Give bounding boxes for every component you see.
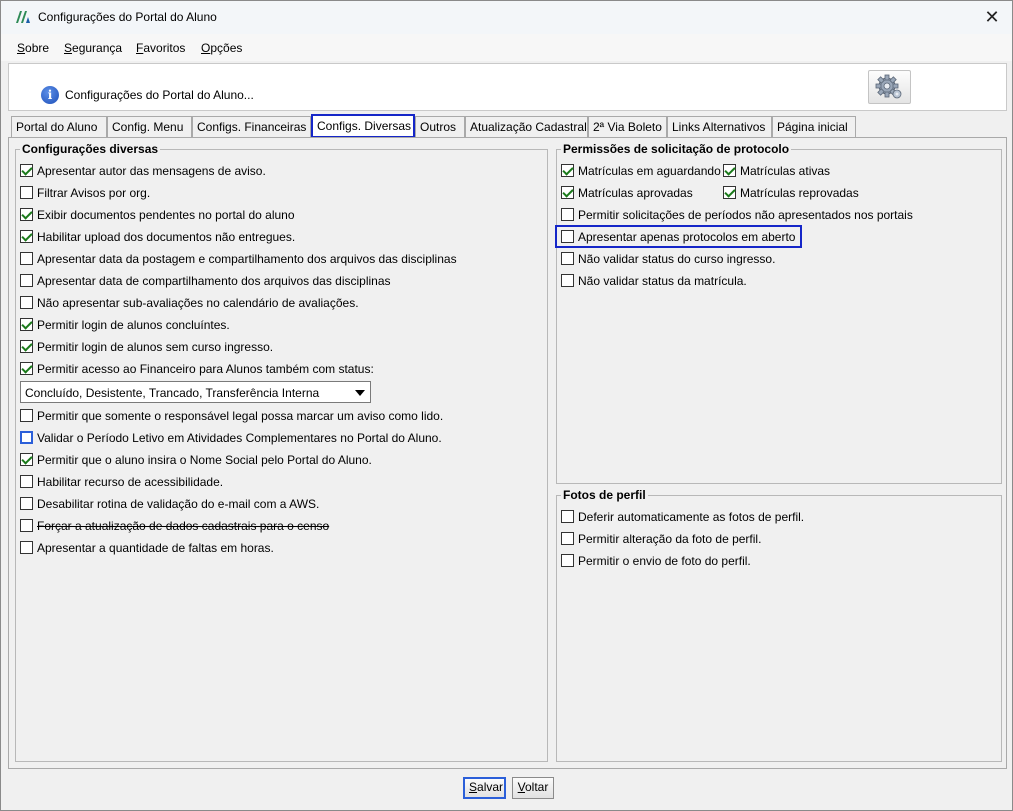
window-title: Configurações do Portal do Aluno	[38, 10, 217, 24]
menu-sobre[interactable]: Sobre	[17, 41, 49, 55]
settings-button[interactable]	[868, 70, 911, 104]
checkbox[interactable]	[20, 497, 33, 510]
tab-atualizacao-cadastral[interactable]: Atualização Cadastral	[465, 116, 588, 138]
checkbox[interactable]	[20, 541, 33, 554]
checkbox[interactable]	[561, 230, 574, 243]
tab-configs-financeiras[interactable]: Configs. Financeiras	[192, 116, 311, 138]
checkbox[interactable]	[561, 252, 574, 265]
tab-links-alternativos[interactable]: Links Alternativos	[667, 116, 772, 138]
gear-icon	[875, 74, 902, 99]
checkbox[interactable]	[20, 230, 33, 243]
checkbox[interactable]	[20, 274, 33, 287]
checkbox[interactable]	[20, 362, 33, 375]
checkbox[interactable]	[20, 318, 33, 331]
checkbox[interactable]	[20, 409, 33, 422]
title-bar: Configurações do Portal do Aluno ✕	[1, 1, 1012, 34]
group-title: Fotos de perfil	[561, 488, 648, 502]
checkbox[interactable]	[723, 164, 736, 177]
header-panel: i Configurações do Portal do Aluno...	[8, 63, 1007, 111]
checkbox[interactable]	[20, 340, 33, 353]
checkbox[interactable]	[561, 186, 574, 199]
save-button[interactable]: Salvar	[463, 777, 506, 799]
menu-seguranca[interactable]: Segurança	[64, 41, 122, 55]
checkbox[interactable]	[20, 475, 33, 488]
group-title: Permissões de solicitação de protocolo	[561, 142, 792, 156]
group-fotos-perfil: Fotos de perfil Deferir automaticamente …	[556, 488, 1002, 762]
checkbox[interactable]	[561, 532, 574, 545]
checkbox[interactable]	[20, 164, 33, 177]
menu-opcoes[interactable]: Opções	[201, 41, 242, 55]
tab-2a-via-boleto[interactable]: 2ª Via Boleto	[588, 116, 667, 138]
checkbox[interactable]	[20, 252, 33, 265]
info-icon: i	[41, 86, 59, 104]
tab-config-menu[interactable]: Config. Menu	[107, 116, 192, 138]
app-logo-icon	[16, 11, 30, 23]
tab-pagina-inicial[interactable]: Página inicial	[772, 116, 856, 138]
checkbox[interactable]	[561, 164, 574, 177]
tab-configs-diversas[interactable]: Configs. Diversas	[311, 114, 415, 138]
status-select[interactable]: Concluído, Desistente, Trancado, Transfe…	[20, 381, 371, 403]
checkbox[interactable]	[20, 453, 33, 466]
checkbox[interactable]	[20, 519, 33, 532]
main-window: Configurações do Portal do Aluno ✕ Sobre…	[0, 0, 1013, 811]
menu-bar: Sobre Segurança Favoritos Opções	[1, 34, 1012, 61]
checkbox[interactable]	[20, 186, 33, 199]
checkbox[interactable]	[20, 296, 33, 309]
tab-outros[interactable]: Outros	[415, 116, 465, 138]
checkbox[interactable]	[561, 208, 574, 221]
checkbox[interactable]	[561, 274, 574, 287]
back-button[interactable]: Voltar	[512, 777, 554, 799]
checkbox[interactable]	[723, 186, 736, 199]
tab-portal-do-aluno[interactable]: Portal do Aluno	[11, 116, 107, 138]
bottom-bar: Salvar Voltar	[8, 769, 1007, 805]
close-icon[interactable]: ✕	[980, 5, 1004, 29]
header-text: Configurações do Portal do Aluno...	[65, 88, 254, 102]
group-permissoes-protocolo: Permissões de solicitação de protocolo M…	[555, 142, 1002, 484]
checkbox[interactable]	[561, 510, 574, 523]
tab-content-configs-diversas: Configurações diversas Apresentar autor …	[8, 137, 1007, 769]
group-configuracoes-diversas: Configurações diversas Apresentar autor …	[15, 142, 548, 762]
checkbox[interactable]	[20, 431, 33, 444]
menu-favoritos[interactable]: Favoritos	[136, 41, 185, 55]
checkbox[interactable]	[561, 554, 574, 567]
chevron-down-icon	[355, 390, 365, 396]
group-title: Configurações diversas	[20, 142, 161, 156]
checkbox[interactable]	[20, 208, 33, 221]
